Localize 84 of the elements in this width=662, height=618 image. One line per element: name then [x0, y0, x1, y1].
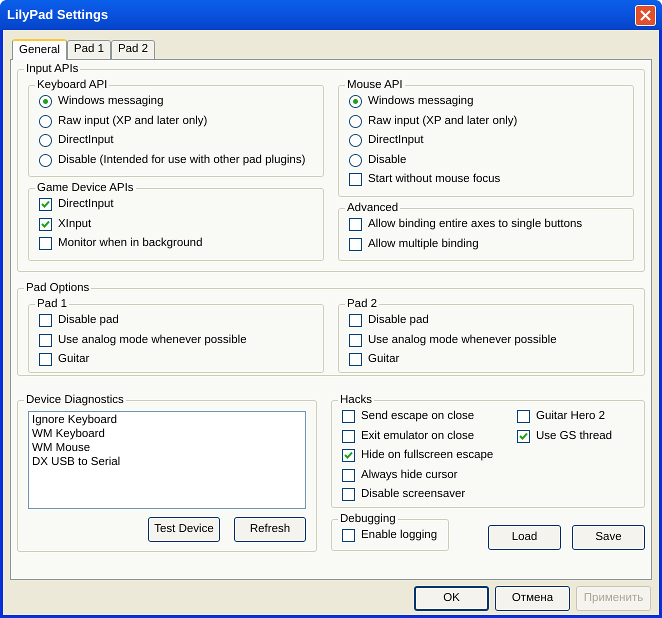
- group-title: Debugging: [339, 512, 397, 526]
- device-list-item[interactable]: Ignore Keyboard: [32, 413, 302, 427]
- checkbox[interactable]: [349, 238, 362, 251]
- checkbox-label: Hide on fullscreen escape: [361, 448, 494, 464]
- checkbox-label: Monitor when in background: [58, 236, 202, 252]
- radio-button[interactable]: [39, 114, 52, 128]
- checkbox-label: Allow multiple binding: [368, 236, 479, 252]
- checkbox[interactable]: [342, 488, 355, 502]
- close-button[interactable]: [635, 4, 656, 26]
- device-list[interactable]: Ignore Keyboard WM Keyboard WM Mouse DX USB to Serial: [28, 411, 306, 509]
- checkbox-label: Guitar: [368, 352, 400, 368]
- radio-button[interactable]: [39, 134, 52, 148]
- dialog-button[interactable]: Отмена: [495, 586, 570, 611]
- checkbox-label: Allow binding entire axes to single buttons: [368, 217, 582, 232]
- radio-button[interactable]: [39, 95, 52, 108]
- group-title: Keyboard API: [36, 78, 108, 92]
- group-title: Pad Options: [25, 281, 90, 295]
- radio-label: Raw input (XP and later only): [58, 114, 208, 129]
- checkbox[interactable]: [342, 410, 355, 424]
- group-title: Hacks: [339, 393, 373, 407]
- radio-label: Raw input (XP and later only): [368, 114, 518, 129]
- group-title: Input APIs: [25, 62, 80, 76]
- checkbox[interactable]: [39, 314, 52, 328]
- dialog-button[interactable]: Save: [572, 525, 645, 550]
- dialog-button[interactable]: OK: [414, 586, 489, 611]
- group-title: Mouse API: [346, 78, 404, 92]
- group-title: Pad 2: [346, 297, 378, 311]
- tab[interactable]: General: [12, 39, 67, 60]
- radio-label: Disable: [368, 152, 406, 168]
- checkbox-label: Always hide cursor: [361, 468, 458, 483]
- checkbox[interactable]: [342, 430, 355, 443]
- checkbox[interactable]: [349, 314, 362, 328]
- checkbox-label: Use analog mode whenever possible: [368, 332, 557, 348]
- group-title: Advanced: [346, 201, 400, 215]
- group-title: Device Diagnostics: [25, 393, 125, 407]
- group-title: Pad 1: [36, 297, 68, 311]
- checkbox[interactable]: [517, 410, 530, 424]
- checkbox-label: Start without mouse focus: [368, 172, 500, 188]
- device-list-item[interactable]: WM Keyboard: [32, 427, 302, 441]
- checkbox-label: Disable screensaver: [361, 487, 466, 502]
- checkbox[interactable]: [349, 218, 362, 232]
- checkbox-label: Send escape on close: [361, 409, 474, 424]
- radio-label: DirectInput: [368, 133, 424, 148]
- checkbox-label: Disable pad: [58, 313, 119, 328]
- checkbox-label: Use analog mode whenever possible: [58, 332, 247, 348]
- tab[interactable]: Pad 2: [110, 40, 156, 59]
- group-title: Game Device APIs: [36, 181, 135, 195]
- checkbox-label: Enable logging: [361, 528, 438, 544]
- dialog-button[interactable]: Refresh: [234, 517, 306, 542]
- radio-label: Disable (Intended for use with other pad plugins): [58, 152, 306, 168]
- radio-label: Windows messaging: [368, 94, 474, 110]
- window-title: LilyPad Settings: [6, 6, 108, 24]
- checkbox-label: Use GS thread: [536, 428, 612, 444]
- device-list-item[interactable]: WM Mouse: [32, 441, 302, 455]
- checkbox[interactable]: [39, 353, 52, 366]
- tab[interactable]: Pad 1: [66, 40, 111, 59]
- checkbox[interactable]: [39, 218, 52, 231]
- checkbox-label: XInput: [58, 216, 92, 232]
- checkbox[interactable]: [349, 173, 362, 186]
- checkbox[interactable]: [349, 353, 362, 366]
- checkbox[interactable]: [39, 198, 52, 212]
- dialog-button[interactable]: Load: [488, 525, 561, 550]
- device-list-item[interactable]: DX USB to Serial: [32, 455, 302, 469]
- checkbox[interactable]: [342, 468, 355, 482]
- radio-button[interactable]: [39, 154, 52, 167]
- dialog-button[interactable]: Test Device: [148, 517, 220, 542]
- checkbox-label: Exit emulator on close: [361, 428, 474, 444]
- checkbox[interactable]: [39, 237, 52, 250]
- checkbox-label: Disable pad: [368, 313, 429, 328]
- radio-button[interactable]: [349, 95, 362, 108]
- radio-button[interactable]: [349, 134, 362, 148]
- radio-button[interactable]: [349, 114, 362, 128]
- radio-label: DirectInput: [58, 133, 114, 148]
- close-icon: [640, 10, 651, 20]
- checkbox[interactable]: [349, 334, 362, 347]
- checkbox-label: DirectInput: [58, 197, 114, 212]
- checkbox[interactable]: [39, 334, 52, 347]
- checkbox[interactable]: [342, 449, 355, 462]
- checkbox[interactable]: [517, 430, 530, 443]
- radio-label: Windows messaging: [58, 94, 164, 110]
- checkbox[interactable]: [342, 529, 355, 542]
- radio-button[interactable]: [349, 154, 362, 167]
- checkbox-label: Guitar: [58, 352, 90, 368]
- checkbox-label: Guitar Hero 2: [536, 409, 606, 424]
